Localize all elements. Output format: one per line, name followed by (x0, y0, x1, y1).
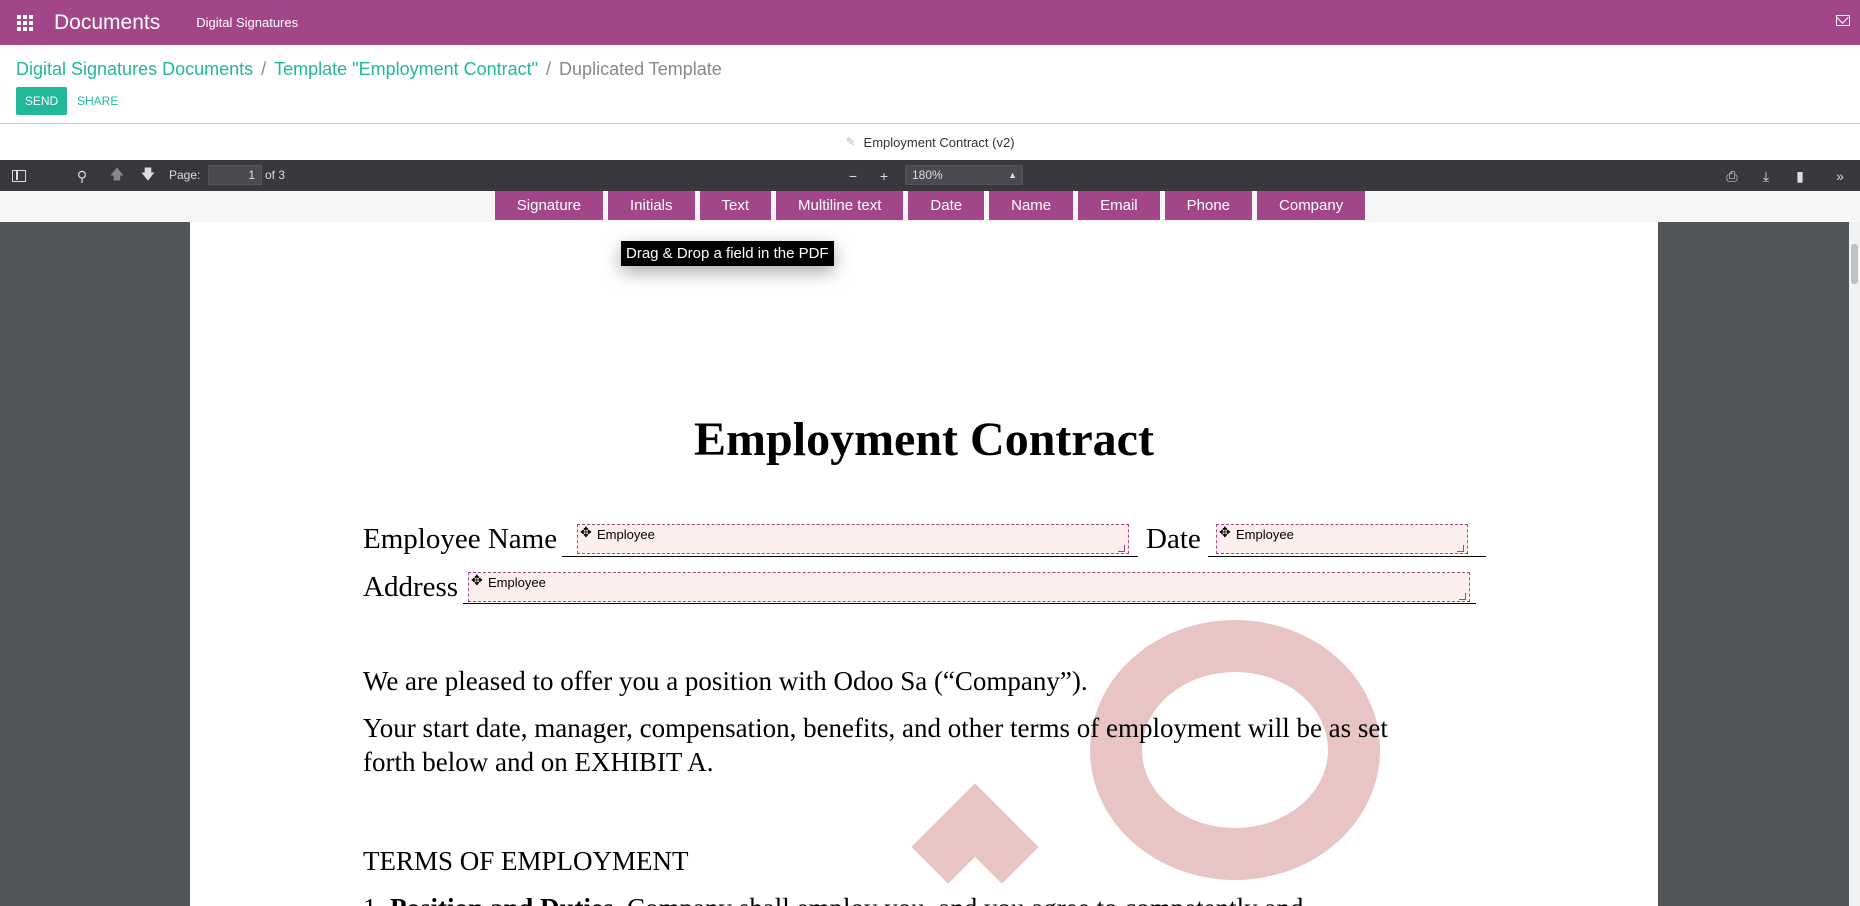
move-icon[interactable]: ✥ (580, 525, 592, 539)
clause-title: Position and Duties. (390, 893, 620, 906)
contract-heading: Employment Contract (694, 413, 1154, 466)
chevron-updown-icon: ▲ (1008, 170, 1017, 180)
field-role: Employee (597, 527, 655, 542)
clause-1: 1. Position and Duties. Company shall em… (363, 893, 1303, 906)
date-underline (1208, 555, 1486, 557)
signature-field-name[interactable]: ✥ Employee (577, 524, 1129, 554)
name-underline (562, 555, 1138, 557)
watermark-logo-part (911, 783, 1039, 906)
page-number-input[interactable]: 1 (208, 165, 262, 185)
field-role: Employee (488, 575, 546, 590)
zoom-select[interactable]: 180% ▲ (905, 165, 1023, 185)
breadcrumb-separator: / (546, 59, 552, 79)
previous-page-icon[interactable]: 🡅 (107, 166, 127, 186)
resize-handle-icon[interactable] (1459, 593, 1466, 600)
pdf-toolbar: ⚲ 🡅 🡇 Page: 1 of 3 − + 180% ▲ ⎙ ⤓ ▮ » (0, 160, 1860, 191)
terms-paragraph-line1: Your start date, manager, compensation, … (363, 713, 1388, 743)
zoom-in-icon[interactable]: + (874, 166, 894, 186)
address-label: Address (363, 571, 459, 603)
clause-text: Company shall employ you, and you agree … (627, 893, 1303, 906)
field-type-initials[interactable]: Initials (608, 191, 695, 220)
vertical-scrollbar[interactable] (1849, 222, 1860, 906)
breadcrumb-current: Duplicated Template (559, 59, 722, 79)
control-panel: Digital Signatures Documents / Template … (0, 45, 1860, 124)
move-icon[interactable]: ✥ (471, 573, 483, 587)
next-page-icon[interactable]: 🡇 (138, 166, 158, 186)
pencil-icon[interactable]: ✎ (845, 135, 855, 149)
share-button[interactable]: SHARE (77, 87, 118, 115)
zoom-value: 180% (912, 168, 943, 182)
field-type-bar: Signature Initials Text Multiline text D… (0, 191, 1860, 222)
search-icon[interactable]: ⚲ (72, 166, 92, 186)
field-type-text[interactable]: Text (699, 191, 772, 220)
pdf-viewer[interactable]: Employment Contract Employee Name Date A… (0, 222, 1860, 906)
field-type-multiline-text[interactable]: Multiline text (776, 191, 904, 220)
employee-name-label: Employee Name (363, 523, 558, 555)
field-type-phone[interactable]: Phone (1164, 191, 1253, 220)
terms-paragraph-line2: forth below and on EXHIBIT A. (363, 747, 714, 777)
breadcrumb-item-documents[interactable]: Digital Signatures Documents (16, 59, 253, 80)
field-type-signature[interactable]: Signature (494, 191, 603, 220)
offer-paragraph: We are pleased to offer you a position w… (363, 666, 1088, 696)
section-heading: TERMS OF EMPLOYMENT (363, 846, 689, 876)
top-navbar: Documents Digital Signatures (0, 0, 1860, 45)
zoom-out-icon[interactable]: − (843, 166, 863, 186)
breadcrumb-separator: / (261, 59, 267, 79)
signature-field-date[interactable]: ✥ Employee (1216, 524, 1468, 554)
bookmark-icon[interactable]: ▮ (1790, 166, 1810, 186)
messaging-icon[interactable] (1836, 15, 1850, 26)
signature-field-address[interactable]: ✥ Employee (468, 572, 1470, 602)
field-type-email[interactable]: Email (1078, 191, 1160, 220)
breadcrumb-item-template[interactable]: Template "Employment Contract" (274, 59, 538, 80)
field-type-date[interactable]: Date (908, 191, 985, 220)
sidebar-toggle-icon[interactable] (9, 166, 29, 186)
address-underline (463, 602, 1476, 604)
send-button[interactable]: SEND (16, 87, 67, 115)
field-type-company[interactable]: Company (1257, 191, 1366, 220)
page-label: Page: (169, 168, 201, 182)
breadcrumb: Digital Signatures Documents / Template … (16, 59, 722, 80)
pdf-page[interactable]: Employment Contract Employee Name Date A… (190, 222, 1658, 906)
menu-digital-signatures[interactable]: Digital Signatures (196, 15, 298, 30)
resize-handle-icon[interactable] (1457, 545, 1464, 552)
tools-icon[interactable]: » (1830, 166, 1850, 186)
field-type-name[interactable]: Name (989, 191, 1074, 220)
scrollbar-thumb[interactable] (1851, 244, 1858, 284)
page-count: of 3 (265, 168, 286, 182)
watermark-logo (1090, 620, 1380, 880)
move-icon[interactable]: ✥ (1219, 525, 1231, 539)
app-brand[interactable]: Documents (54, 11, 160, 35)
resize-handle-icon[interactable] (1118, 545, 1125, 552)
print-icon[interactable]: ⎙ (1722, 166, 1742, 186)
drag-drop-tooltip: Drag & Drop a field in the PDF (621, 241, 834, 266)
clause-number: 1. (363, 893, 383, 906)
document-title-bar: ✎ Employment Contract (v2) (0, 125, 1860, 159)
field-role: Employee (1236, 527, 1294, 542)
apps-menu-icon[interactable] (0, 0, 50, 45)
document-title[interactable]: Employment Contract (v2) (864, 135, 1015, 150)
download-icon[interactable]: ⤓ (1756, 166, 1776, 186)
date-label: Date (1146, 523, 1201, 555)
